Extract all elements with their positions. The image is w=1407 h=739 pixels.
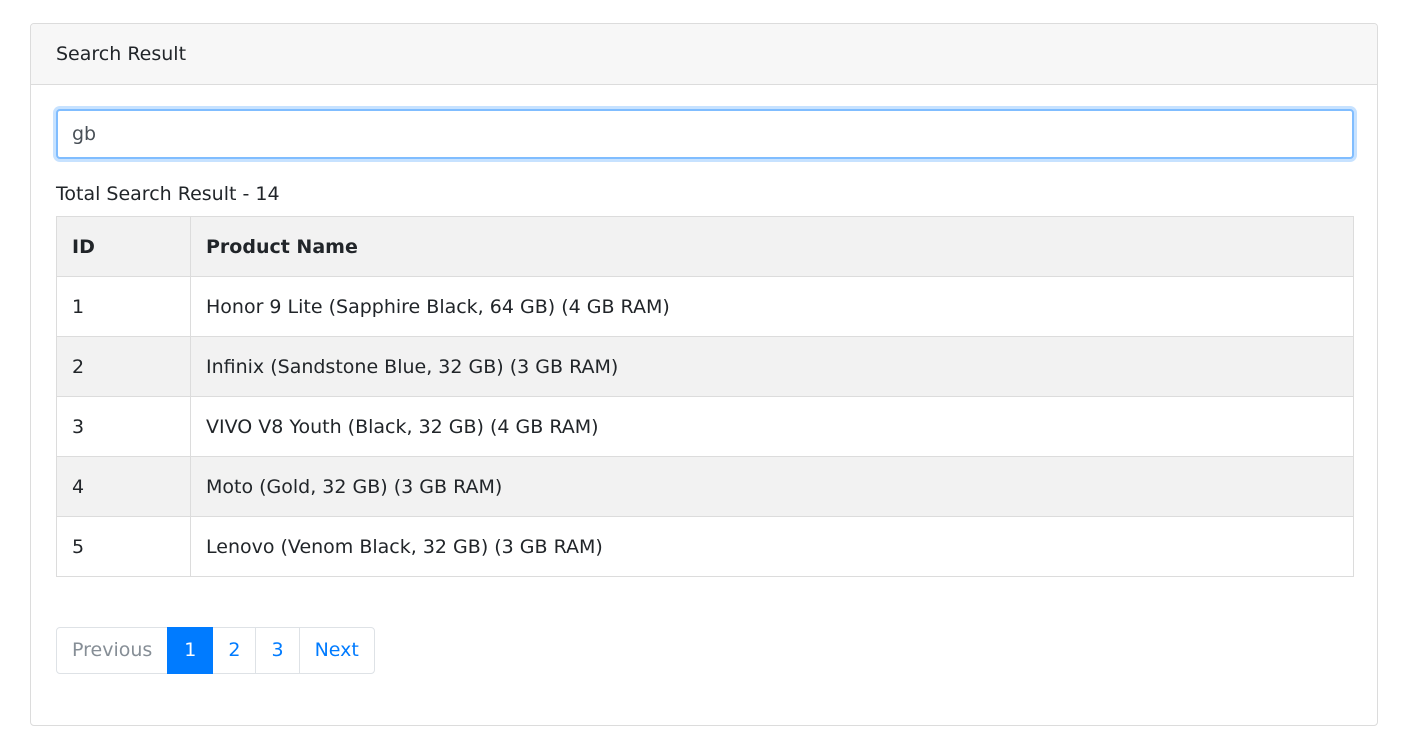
- cell-id: 3: [56, 396, 191, 457]
- cell-id: 1: [56, 276, 191, 337]
- column-header-id: ID: [56, 216, 191, 277]
- table-row: 5 Lenovo (Venom Black, 32 GB) (3 GB RAM): [56, 516, 1354, 577]
- cell-id: 2: [56, 336, 191, 397]
- table-row: 4 Moto (Gold, 32 GB) (3 GB RAM): [56, 456, 1354, 517]
- previous-page-button[interactable]: Previous: [56, 627, 169, 674]
- next-page-button[interactable]: Next: [298, 627, 375, 674]
- search-input[interactable]: [56, 109, 1354, 159]
- cell-id: 4: [56, 456, 191, 517]
- table-row: 1 Honor 9 Lite (Sapphire Black, 64 GB) (…: [56, 276, 1354, 337]
- table-row: 3 VIVO V8 Youth (Black, 32 GB) (4 GB RAM…: [56, 396, 1354, 457]
- page-2-button[interactable]: 2: [212, 627, 257, 674]
- cell-product-name: Infinix (Sandstone Blue, 32 GB) (3 GB RA…: [190, 336, 1354, 397]
- column-header-product-name: Product Name: [190, 216, 1354, 277]
- cell-product-name: Lenovo (Venom Black, 32 GB) (3 GB RAM): [190, 516, 1354, 577]
- total-search-result: Total Search Result - 14: [56, 183, 280, 205]
- card-body: Total Search Result - 14 ID Product Name…: [31, 85, 1377, 674]
- card-header: Search Result: [31, 24, 1377, 85]
- search-result-card: Search Result Total Search Result - 14 I…: [30, 23, 1378, 726]
- pagination: Previous 1 2 3 Next: [56, 627, 375, 674]
- cell-product-name: VIVO V8 Youth (Black, 32 GB) (4 GB RAM): [190, 396, 1354, 457]
- table-header-row: ID Product Name: [56, 216, 1354, 277]
- page-3-button[interactable]: 3: [255, 627, 300, 674]
- card-title: Search Result: [56, 43, 187, 65]
- table-row: 2 Infinix (Sandstone Blue, 32 GB) (3 GB …: [56, 336, 1354, 397]
- results-table: ID Product Name 1 Honor 9 Lite (Sapphire…: [56, 216, 1354, 577]
- cell-product-name: Honor 9 Lite (Sapphire Black, 64 GB) (4 …: [190, 276, 1354, 337]
- cell-id: 5: [56, 516, 191, 577]
- cell-product-name: Moto (Gold, 32 GB) (3 GB RAM): [190, 456, 1354, 517]
- page-1-button[interactable]: 1: [167, 627, 214, 674]
